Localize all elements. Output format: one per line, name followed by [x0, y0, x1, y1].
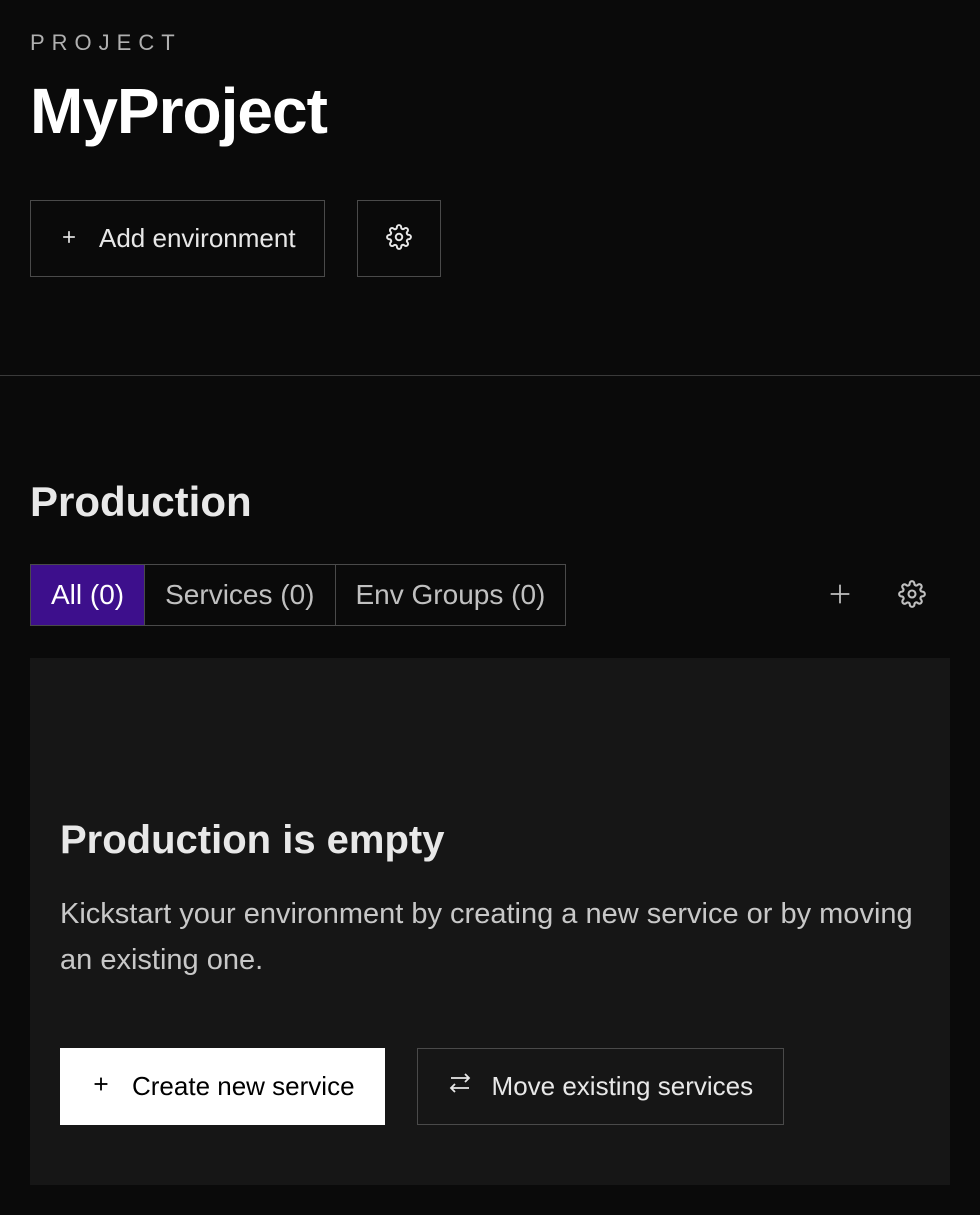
tabs: All (0) Services (0) Env Groups (0) — [30, 564, 566, 626]
transfer-icon — [448, 1071, 472, 1102]
plus-icon — [90, 1071, 112, 1102]
project-label: PROJECT — [30, 30, 950, 56]
plus-icon — [826, 580, 854, 611]
plus-icon — [59, 223, 79, 254]
empty-state-title: Production is empty — [60, 818, 920, 863]
move-existing-services-button[interactable]: Move existing services — [417, 1048, 785, 1125]
tab-services[interactable]: Services (0) — [145, 565, 335, 625]
add-environment-label: Add environment — [99, 223, 296, 254]
project-title: MyProject — [30, 74, 950, 148]
create-new-service-button[interactable]: Create new service — [60, 1048, 385, 1125]
tab-env-groups[interactable]: Env Groups (0) — [336, 565, 566, 625]
gear-icon — [898, 580, 926, 611]
environment-title: Production — [30, 478, 950, 526]
environment-settings-button[interactable] — [898, 580, 926, 611]
create-service-label: Create new service — [132, 1071, 355, 1102]
tab-all[interactable]: All (0) — [31, 565, 145, 625]
add-button[interactable] — [826, 580, 854, 611]
empty-state-description: Kickstart your environment by creating a… — [60, 891, 920, 984]
move-services-label: Move existing services — [492, 1071, 754, 1102]
empty-state: Production is empty Kickstart your envir… — [30, 658, 950, 1185]
project-settings-button[interactable] — [357, 200, 441, 277]
gear-icon — [386, 224, 412, 253]
add-environment-button[interactable]: Add environment — [30, 200, 325, 277]
